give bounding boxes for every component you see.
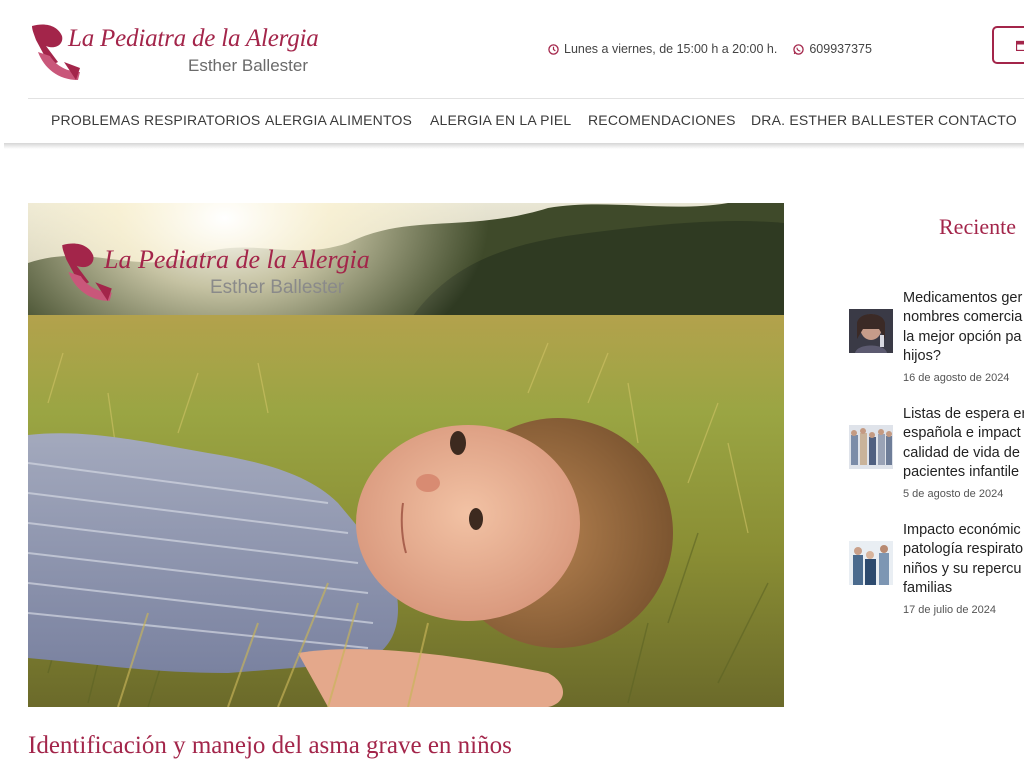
recent-post-title-line[interactable]: patología respirato bbox=[903, 540, 1024, 559]
nav-item-alergia-en-la-piel[interactable]: ALERGIA EN LA PIEL bbox=[430, 112, 571, 128]
contact-bar: Lunes a viernes, de 15:00 h a 20:00 h. 6… bbox=[548, 40, 888, 58]
recent-post-title-line[interactable]: Listas de espera er bbox=[903, 405, 1024, 424]
header-shadow bbox=[4, 143, 1024, 149]
recent-post-date: 17 de julio de 2024 bbox=[903, 604, 996, 617]
post-thumbnail-image bbox=[849, 541, 893, 585]
recent-post-item[interactable]: Listas de espera er española e impact ca… bbox=[849, 405, 1024, 515]
recent-post-title-line[interactable]: Medicamentos ger bbox=[903, 289, 1024, 308]
post-thumbnail-image bbox=[849, 309, 893, 353]
hero-logo-subtitle: Esther Ballester bbox=[210, 277, 345, 298]
main-nav: PROBLEMAS RESPIRATORIOS ALERGIA ALIMENTO… bbox=[0, 99, 1024, 143]
recent-post-title-line[interactable]: familias bbox=[903, 579, 1024, 598]
recent-post-title-line[interactable]: Impacto económic bbox=[903, 521, 1024, 540]
calendar-icon bbox=[1016, 40, 1024, 51]
sidebar-title: Reciente bbox=[939, 214, 1016, 239]
nav-item-recomendaciones[interactable]: RECOMENDACIONES bbox=[588, 112, 736, 128]
recent-post-thumbnail[interactable] bbox=[849, 541, 893, 585]
recent-post-title-line[interactable]: niños y su repercu bbox=[903, 560, 1024, 579]
recent-post-text: Medicamentos ger nombres comercia la mej… bbox=[903, 289, 1024, 388]
appointment-button[interactable] bbox=[992, 26, 1024, 64]
recent-post-thumbnail[interactable] bbox=[849, 309, 893, 353]
featured-image[interactable]: La Pediatra de la Alergia Esther Ballest… bbox=[28, 203, 784, 707]
recent-post-date: 16 de agosto de 2024 bbox=[903, 372, 1010, 385]
recent-post-title-line[interactable]: española e impact bbox=[903, 424, 1024, 443]
recent-post-date: 5 de agosto de 2024 bbox=[903, 488, 1004, 501]
recent-post-thumbnail[interactable] bbox=[849, 425, 893, 469]
recent-post-title-line[interactable]: pacientes infantile bbox=[903, 463, 1024, 482]
recent-post-title-line[interactable]: calidad de vida de bbox=[903, 444, 1024, 463]
hero-logo-title: La Pediatra de la Alergia bbox=[104, 245, 370, 274]
phone-link[interactable]: 609937375 bbox=[793, 42, 872, 56]
hero-logo-overlay: La Pediatra de la Alergia Esther Ballest… bbox=[58, 241, 388, 311]
phone-number: 609937375 bbox=[809, 42, 872, 56]
site-logo[interactable]: La Pediatra de la Alergia Esther Ballest… bbox=[28, 22, 328, 84]
hours-text: Lunes a viernes, de 15:00 h a 20:00 h. bbox=[564, 42, 778, 56]
nav-item-alergia-alimentos[interactable]: ALERGIA ALIMENTOS bbox=[265, 112, 412, 128]
recent-post-title-line[interactable]: hijos? bbox=[903, 347, 1024, 366]
recent-post-item[interactable]: Impacto económic patología respirato niñ… bbox=[849, 521, 1024, 631]
whatsapp-icon bbox=[793, 43, 805, 55]
site-header: La Pediatra de la Alergia Esther Ballest… bbox=[0, 0, 1024, 146]
recent-post-text: Impacto económic patología respirato niñ… bbox=[903, 521, 1024, 620]
recent-post-title-line[interactable]: la mejor opción pa bbox=[903, 328, 1024, 347]
recent-post-title-line[interactable]: nombres comercia bbox=[903, 308, 1024, 327]
logo-subtitle: Esther Ballester bbox=[188, 56, 308, 75]
nav-item-problemas-respiratorios[interactable]: PROBLEMAS RESPIRATORIOS bbox=[51, 112, 260, 128]
logo-title: La Pediatra de la Alergia bbox=[68, 25, 319, 52]
recent-post-item[interactable]: Medicamentos ger nombres comercia la mej… bbox=[849, 289, 1024, 399]
nav-item-dra-esther-ballester[interactable]: DRA. ESTHER BALLESTER bbox=[751, 112, 934, 128]
post-title[interactable]: Identificación y manejo del asma grave e… bbox=[28, 732, 512, 760]
post-thumbnail-image bbox=[849, 425, 893, 469]
hours-info: Lunes a viernes, de 15:00 h a 20:00 h. bbox=[548, 42, 777, 56]
nav-item-contacto[interactable]: CONTACTO bbox=[938, 112, 1017, 128]
recent-post-text: Listas de espera er española e impact ca… bbox=[903, 405, 1024, 504]
clock-icon bbox=[548, 43, 559, 55]
